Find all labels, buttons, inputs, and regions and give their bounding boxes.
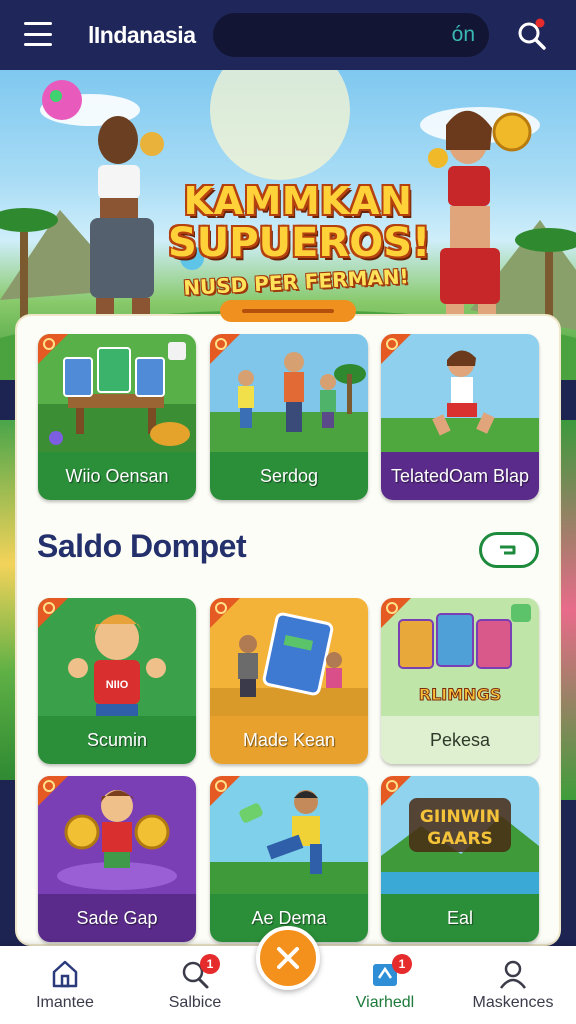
game-card[interactable]: RLIMNGS Pekesa <box>381 598 539 764</box>
game-card[interactable]: Serdog <box>210 334 368 500</box>
search-notification-icon[interactable] <box>514 18 550 54</box>
card-label: Wiio Oensan <box>65 465 169 486</box>
nav-badge: 1 <box>392 954 412 974</box>
hamburger-menu-icon[interactable] <box>24 22 52 46</box>
game-card[interactable]: TelatedOam Blap <box>381 334 539 500</box>
nav-item-profile[interactable]: Maskences <box>458 946 568 1024</box>
home-icon <box>52 960 78 988</box>
game-art-dancers <box>210 334 368 452</box>
card-label: Made Kean <box>242 729 336 750</box>
game-art-boy-flex: NIIO <box>38 598 196 716</box>
card-footer: Wiio Oensan <box>38 452 196 500</box>
nav-item-home[interactable]: Imantee <box>10 946 120 1024</box>
search-input[interactable]: ón <box>213 13 489 57</box>
card-footer: Sade Gap <box>38 894 196 942</box>
hero-title-line1: KAMMKAN <box>183 179 413 223</box>
search-text: ón <box>451 23 475 46</box>
hero-title-line2: SUPUEROS! <box>168 219 431 266</box>
nav-badge: 1 <box>200 954 220 974</box>
nav-item-wallet[interactable]: 1 Viarhedl <box>330 946 440 1024</box>
art-logo-line2: GAARS <box>427 829 493 849</box>
nav-label: Salbice <box>168 994 222 1011</box>
card-footer: Pekesa <box>381 716 539 764</box>
game-card[interactable]: GIINWIN GAARS Eal <box>381 776 539 942</box>
nav-label: Imantee <box>36 994 94 1011</box>
arrow-right-icon <box>500 545 516 555</box>
card-label: TelatedOam Blap <box>390 465 530 486</box>
card-label: Sade Gap <box>76 907 158 928</box>
hero-title: KAMMKAN SUPUEROS! <box>168 179 431 266</box>
close-fab-button[interactable] <box>256 926 320 990</box>
game-card[interactable]: Wiio Oensan <box>38 334 196 500</box>
shirt-text: NIIO <box>106 679 129 691</box>
user-icon <box>500 960 526 989</box>
art-banner-text: RLIMNGS <box>419 685 501 704</box>
card-footer: Made Kean <box>210 716 368 764</box>
top-bar: lIndanasia ón <box>0 0 576 70</box>
card-label: Scumin <box>86 729 148 750</box>
game-art-runner <box>381 334 539 452</box>
game-card[interactable]: Made Kean <box>210 598 368 764</box>
card-footer: Serdog <box>210 452 368 500</box>
nav-label: Viarhedl <box>355 994 415 1011</box>
brand-title: lIndanasia <box>88 22 196 48</box>
game-card[interactable]: NIIO Scumin <box>38 598 196 764</box>
game-art-coins-boy <box>38 776 196 894</box>
card-footer: Scumin <box>38 716 196 764</box>
side-peek-left <box>0 420 16 780</box>
card-label: Serdog <box>259 465 319 486</box>
nav-label: Maskences <box>472 994 554 1011</box>
close-icon <box>277 947 299 969</box>
card-label: Pekesa <box>429 729 491 750</box>
section-title: Saldo Dompet <box>37 528 247 564</box>
game-card[interactable]: Ae Dema <box>210 776 368 942</box>
card-footer: Eal <box>381 894 539 942</box>
game-art-card-board <box>210 598 368 716</box>
side-peek-right <box>561 420 576 800</box>
game-art-kicker <box>210 776 368 894</box>
game-art-island-logo: GIINWIN GAARS <box>381 776 539 894</box>
card-footer: TelatedOam Blap <box>381 452 539 500</box>
card-label: Eal <box>446 907 473 928</box>
game-card[interactable]: Sade Gap <box>38 776 196 942</box>
see-all-button[interactable] <box>479 532 539 568</box>
nav-item-search[interactable]: 1 Salbice <box>140 946 250 1024</box>
panel-handle[interactable] <box>220 300 356 322</box>
art-logo-line1: GIINWIN <box>420 807 500 827</box>
game-art-cards-table <box>38 334 196 452</box>
game-art-card-fan: RLIMNGS <box>381 598 539 716</box>
